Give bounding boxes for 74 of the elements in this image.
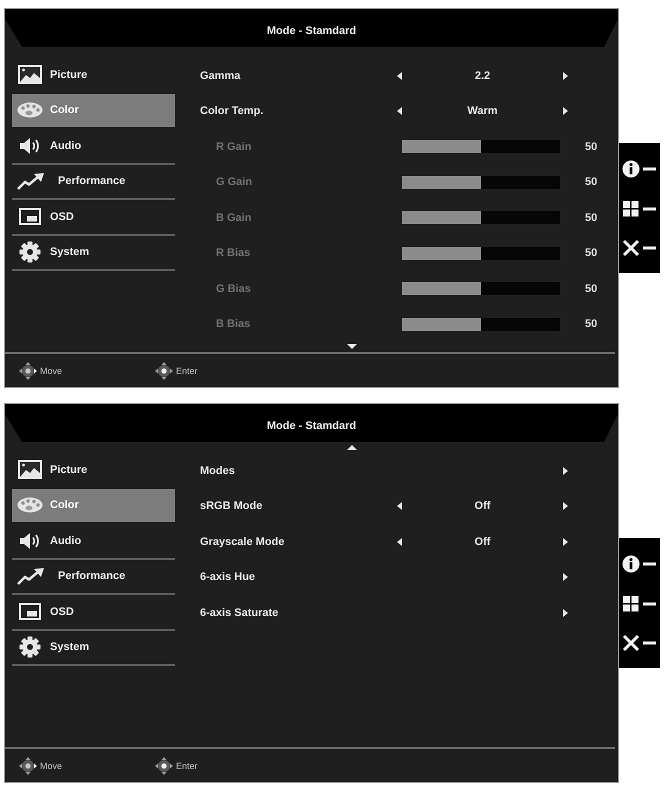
speaker-icon <box>19 532 41 550</box>
left-arrow-icon <box>397 538 402 546</box>
slider-value: 50 <box>585 140 598 153</box>
right-arrow-icon <box>563 107 568 116</box>
sidebar-item[interactable]: System <box>12 236 175 271</box>
dpad-icon <box>19 756 37 774</box>
right-arrow-icon <box>563 573 568 582</box>
sidebar-item[interactable]: Picture <box>12 453 175 488</box>
sidebar-item[interactable]: Performance <box>12 164 175 200</box>
slider-track[interactable] <box>402 176 560 189</box>
slider-value: 50 <box>585 212 598 224</box>
menu-title: Mode - Stamdard <box>266 420 356 432</box>
info-icon <box>622 160 656 178</box>
menu-title: Mode - Stamdard <box>266 25 356 37</box>
slider-value: 50 <box>585 247 598 260</box>
dpad-icon <box>155 362 173 380</box>
setting-label[interactable]: Grayscale Mode <box>200 536 284 548</box>
image-icon <box>18 65 42 84</box>
sidebar-item[interactable]: Color <box>12 94 175 129</box>
sidebar-item[interactable]: Audio <box>12 129 175 164</box>
right-arrow-icon <box>563 466 568 475</box>
slider-track[interactable] <box>402 140 560 154</box>
sidebar-item[interactable]: Picture <box>12 58 175 94</box>
image-icon <box>18 460 42 480</box>
dpad-icon <box>19 362 37 380</box>
hint-label: Enter <box>176 366 198 376</box>
sidebar-item[interactable]: Color <box>12 488 175 524</box>
palette-icon <box>17 102 43 118</box>
sidebar-item[interactable]: OSD <box>12 595 175 630</box>
sidebar-item[interactable]: OSD <box>12 200 175 236</box>
right-arrow-icon <box>563 72 568 80</box>
right-arrow-icon <box>563 608 568 617</box>
setting-value: 2.2 <box>474 70 490 82</box>
speaker-icon <box>19 136 41 155</box>
slider-value: 50 <box>585 318 598 330</box>
left-arrow-icon <box>397 107 402 116</box>
slider-track[interactable] <box>402 282 560 296</box>
close-icon <box>622 239 656 257</box>
hint-label: Move <box>40 366 62 376</box>
info-icon <box>622 555 656 573</box>
hint-label: Move <box>40 760 62 770</box>
gear-icon <box>19 241 41 264</box>
setting-label[interactable]: sRGB Mode <box>200 500 262 512</box>
setting-value: Warm <box>467 105 498 118</box>
slider-value: 50 <box>585 282 598 295</box>
window-icon <box>19 208 41 226</box>
left-arrow-icon <box>397 72 402 80</box>
sidebar-item[interactable]: Performance <box>12 560 175 595</box>
grid-icon <box>622 594 656 612</box>
slider-track[interactable] <box>402 318 560 331</box>
grid-icon <box>622 200 656 218</box>
window-icon <box>19 603 41 620</box>
setting-value: Off <box>474 500 490 512</box>
setting-label[interactable]: Gamma <box>200 70 240 82</box>
hint-label: Enter <box>176 760 198 770</box>
rising-arrow-icon <box>17 567 45 586</box>
sidebar-item[interactable]: System <box>12 630 175 666</box>
sidebar-item[interactable]: Audio <box>12 524 175 560</box>
setting-label[interactable]: 6-axis Hue <box>200 571 256 584</box>
slider-value: 50 <box>585 176 598 188</box>
right-arrow-icon <box>563 502 568 510</box>
right-arrow-icon <box>563 538 568 546</box>
dpad-icon <box>155 756 173 774</box>
rising-arrow-icon <box>17 172 45 190</box>
slider-track[interactable] <box>402 211 560 224</box>
palette-icon <box>17 497 43 514</box>
left-arrow-icon <box>397 502 402 510</box>
setting-label[interactable]: 6-axis Saturate <box>200 606 278 619</box>
gear-icon <box>19 636 41 658</box>
setting-value: Off <box>474 536 490 548</box>
slider-track[interactable] <box>402 246 560 260</box>
setting-label[interactable]: Modes <box>200 464 235 477</box>
close-icon <box>622 634 656 652</box>
setting-label[interactable]: Color Temp. <box>200 105 264 118</box>
